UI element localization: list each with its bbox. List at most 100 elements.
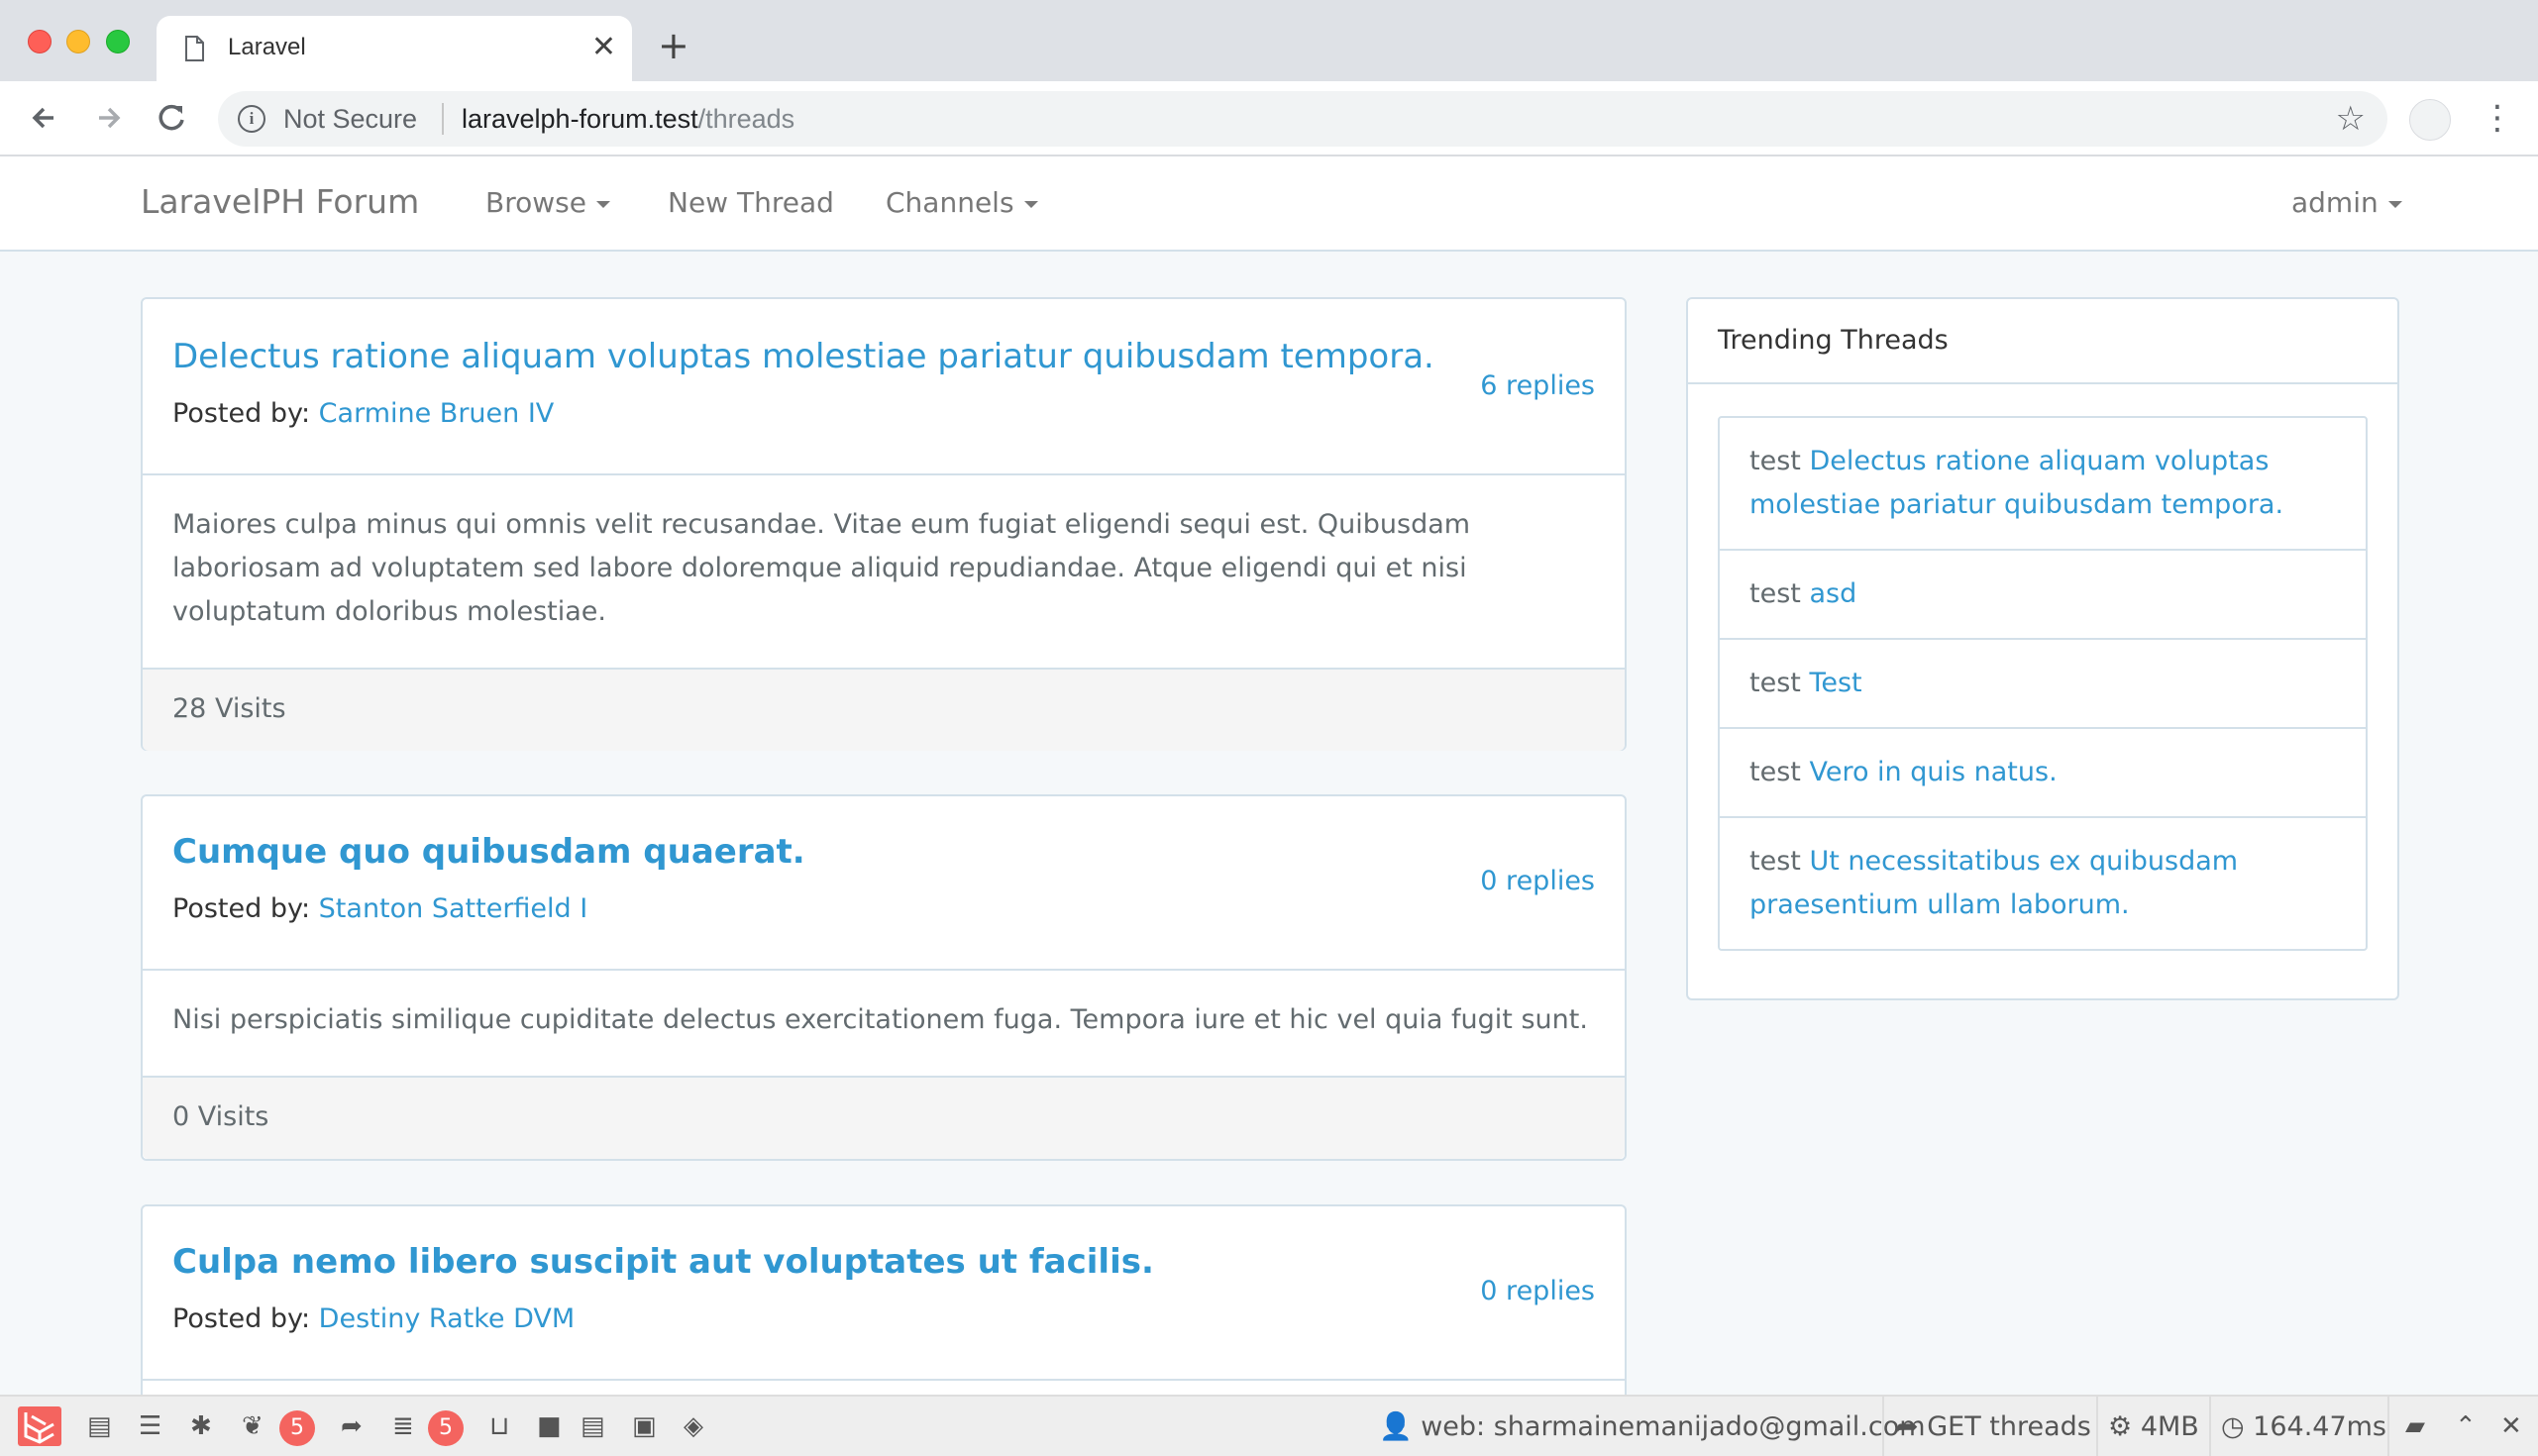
views-leaf-icon[interactable]: ❦: [242, 1410, 264, 1442]
thread-title-link[interactable]: Delectus ratione aliquam voluptas molest…: [172, 337, 1434, 376]
window-maximize-button[interactable]: [106, 30, 130, 53]
mails-inbox-icon[interactable]: ⊔: [489, 1410, 509, 1442]
timeline-tab-icon[interactable]: ☰: [139, 1410, 161, 1442]
reload-icon[interactable]: [151, 97, 192, 139]
messages-tab-icon[interactable]: ▤: [87, 1410, 112, 1442]
author-link[interactable]: Carmine Bruen IV: [319, 398, 555, 429]
debugbar-user-text: web: sharmainemanijado@gmail.com: [1421, 1411, 1926, 1442]
queries-database-icon[interactable]: ≣: [392, 1410, 414, 1442]
url-path: /threads: [697, 104, 795, 134]
author-link[interactable]: Stanton Satterfield I: [319, 893, 588, 924]
not-secure-label[interactable]: Not Secure: [283, 104, 417, 135]
close-tab-icon[interactable]: ✕: [591, 30, 616, 65]
debugbar-memory: ⚙ 4MB: [2108, 1410, 2199, 1444]
thread-author: Posted by: Destiny Ratke DVM: [172, 1303, 575, 1334]
gate-list-icon[interactable]: ▤: [581, 1410, 605, 1442]
forward-arrow-icon[interactable]: [87, 97, 129, 139]
new-thread-link[interactable]: New Thread: [668, 186, 834, 219]
thread-title-link[interactable]: Culpa nemo libero suscipit aut voluptate…: [172, 1242, 1154, 1282]
visits-count: 0 Visits: [172, 1101, 269, 1132]
thread-body: Maiores culpa minus qui omnis velit recu…: [172, 509, 1471, 627]
thread-footer: 28 Visits: [143, 668, 1625, 751]
visits-count: 28 Visits: [172, 693, 286, 724]
trend-thread-link[interactable]: Ut necessitatibus ex quibusdam praesenti…: [1749, 846, 2238, 920]
window-close-button[interactable]: [28, 30, 52, 53]
queries-count-badge: 5: [428, 1410, 464, 1446]
thread-header: Delectus ratione aliquam voluptas molest…: [143, 299, 1625, 475]
posted-by-label: Posted by:: [172, 893, 311, 924]
info-icon[interactable]: i: [238, 105, 265, 133]
thread-author: Posted by: Carmine Bruen IV: [172, 398, 554, 429]
trending-title: Trending Threads: [1718, 325, 1949, 356]
site-navbar: LaravelPH Forum Browse New Thread Channe…: [0, 156, 2538, 252]
profile-avatar[interactable]: [2409, 99, 2451, 141]
channels-label: Channels: [886, 186, 1014, 219]
replies-link[interactable]: 6 replies: [1480, 370, 1595, 401]
trend-prefix: test: [1749, 846, 1801, 877]
thread-panel: Delectus ratione aliquam voluptas molest…: [141, 297, 1627, 751]
user-dropdown[interactable]: admin: [2291, 186, 2402, 219]
trend-prefix: test: [1749, 757, 1801, 787]
window-minimize-button[interactable]: [66, 30, 90, 53]
posted-by-label: Posted by:: [172, 398, 311, 429]
trend-thread-link[interactable]: Vero in quis natus.: [1809, 757, 2057, 787]
url-host: laravelph-forum.test: [462, 104, 698, 134]
views-count-badge: 5: [279, 1410, 315, 1446]
session-archive-icon[interactable]: ▣: [632, 1410, 657, 1442]
debugbar-divider: [2209, 1397, 2211, 1456]
trend-prefix: test: [1749, 578, 1801, 609]
route-share-icon[interactable]: ➦: [341, 1410, 363, 1442]
browse-dropdown[interactable]: Browse: [485, 186, 610, 219]
list-item: test asd: [1720, 551, 2366, 640]
url-text[interactable]: laravelph-forum.test/threads: [462, 104, 794, 135]
address-bar[interactable]: i Not Secure laravelph-forum.test/thread…: [218, 91, 2387, 147]
browser-menu-icon[interactable]: ⋮: [2481, 95, 2514, 141]
auth-lock-icon[interactable]: ■: [537, 1410, 562, 1442]
debugbar-memory-text: 4MB: [2140, 1411, 2199, 1442]
browser-tab[interactable]: Laravel ✕: [157, 16, 632, 81]
author-link[interactable]: Destiny Ratke DVM: [319, 1303, 575, 1334]
back-arrow-icon[interactable]: [24, 97, 65, 139]
user-label: admin: [2291, 186, 2379, 219]
new-tab-button[interactable]: +: [658, 26, 689, 65]
laravel-logo-icon[interactable]: [18, 1406, 61, 1446]
tab-title: Laravel: [228, 34, 306, 60]
caret-down-icon: [595, 200, 610, 208]
debugbar-divider: [1882, 1397, 1884, 1456]
omnibox-divider: [442, 103, 444, 135]
gears-icon: ⚙: [2108, 1411, 2133, 1442]
request-tags-icon[interactable]: ◈: [684, 1410, 703, 1442]
document-icon: [185, 36, 204, 61]
trending-threads-panel: Trending Threads test Delectus ratione a…: [1686, 297, 2399, 1000]
chevron-up-icon[interactable]: ⌃: [2455, 1410, 2477, 1442]
replies-link[interactable]: 0 replies: [1480, 866, 1595, 896]
debugbar-request-text: GET threads: [1927, 1411, 2091, 1442]
trend-thread-link[interactable]: Delectus ratione aliquam voluptas molest…: [1749, 446, 2283, 520]
thread-author: Posted by: Stanton Satterfield I: [172, 893, 587, 924]
debugbar-divider: [2096, 1397, 2098, 1456]
browse-label: Browse: [485, 186, 586, 219]
trending-header: Trending Threads: [1688, 299, 2397, 384]
site-brand[interactable]: LaravelPH Forum: [141, 182, 419, 221]
exceptions-bug-icon[interactable]: ✱: [190, 1410, 212, 1442]
close-icon[interactable]: ✕: [2500, 1410, 2522, 1442]
caret-down-icon: [2387, 200, 2402, 208]
caret-down-icon: [1023, 200, 1038, 208]
trend-thread-link[interactable]: Test: [1809, 668, 1861, 698]
thread-body: Nisi perspiciatis similique cupiditate d…: [172, 1004, 1588, 1035]
debugbar-time-text: 164.47ms: [2253, 1411, 2386, 1442]
debugbar: ▤ ☰ ✱ ❦ 5 ➦ ≣ 5 ⊔ ■ ▤ ▣ ◈ 👤 web: sharmai…: [0, 1395, 2538, 1456]
debugbar-request[interactable]: ➦ GET threads: [1896, 1410, 2091, 1444]
channels-dropdown[interactable]: Channels: [886, 186, 1038, 219]
replies-link[interactable]: 0 replies: [1480, 1276, 1595, 1306]
thread-title-link[interactable]: Cumque quo quibusdam quaerat.: [172, 832, 805, 872]
thread-panel: Cumque quo quibusdam quaerat. Posted by:…: [141, 794, 1627, 1161]
open-folder-icon[interactable]: ▰: [2405, 1410, 2425, 1442]
trend-prefix: test: [1749, 668, 1801, 698]
posted-by-label: Posted by:: [172, 1303, 311, 1334]
bookmark-star-icon[interactable]: ☆: [2336, 99, 2366, 139]
trend-thread-link[interactable]: asd: [1809, 578, 1856, 609]
clock-icon: ◷: [2221, 1411, 2245, 1442]
browser-tab-strip: Laravel ✕ +: [0, 0, 2538, 81]
list-item: test Delectus ratione aliquam voluptas m…: [1720, 418, 2366, 551]
